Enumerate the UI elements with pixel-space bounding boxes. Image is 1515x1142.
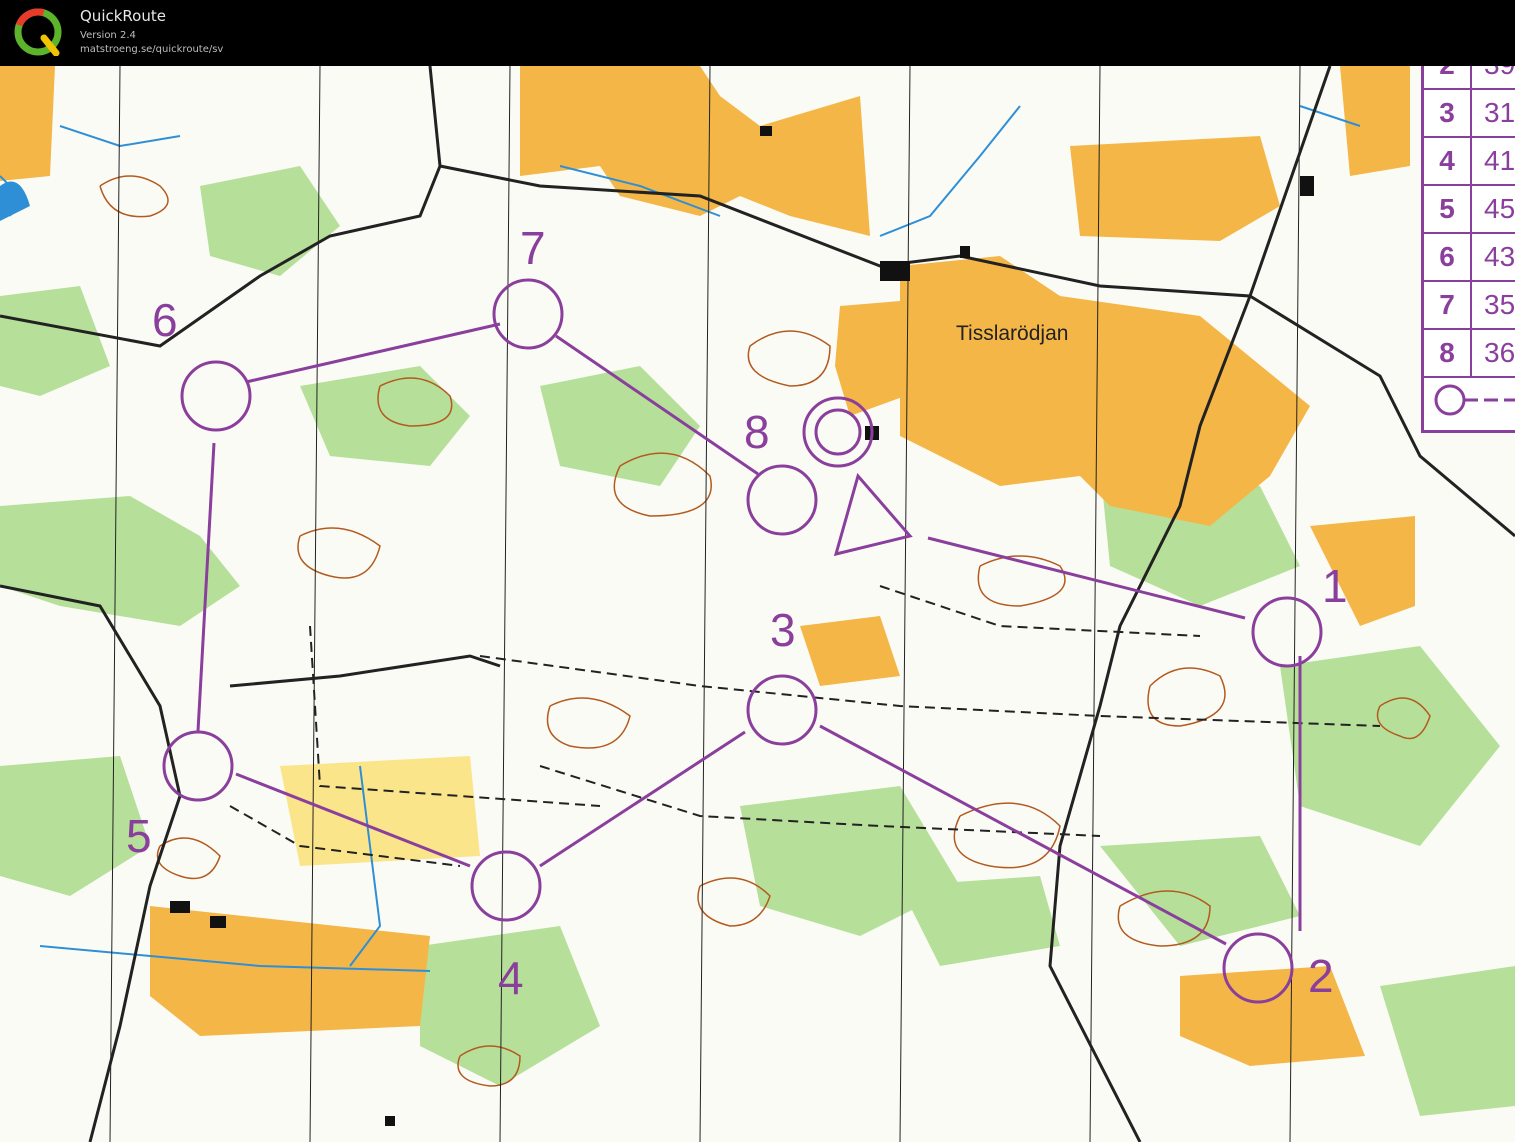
app-url[interactable]: matstroeng.se/quickroute/sv [80,44,223,55]
description-row: 6 43 [1424,234,1515,282]
description-control-number: 8 [1424,330,1472,376]
control-circle-4[interactable] [470,850,542,922]
control-label-5: 5 [126,810,152,862]
description-row: 7 35 [1424,282,1515,330]
description-control-number: 5 [1424,186,1472,232]
description-control-code: 43 [1484,241,1515,272]
place-name-label: Tisslarödjan [956,322,1068,345]
description-row: 8 36 [1424,330,1515,378]
control-label-3: 3 [770,604,796,656]
app-version: Version 2.4 [80,30,136,41]
description-control-number: 7 [1424,282,1472,328]
finish-outer-circle[interactable] [802,396,874,468]
title-bar: QuickRoute Version 2.4 matstroeng.se/qui… [0,0,1515,66]
description-row: 5 45 [1424,186,1515,234]
description-row: 2 39 [1424,66,1515,90]
description-control-code: 39 [1484,66,1515,88]
control-label-8: 8 [744,406,770,458]
lake [0,181,30,221]
control-circle-3[interactable] [746,674,818,746]
description-control-code: 41 [1484,145,1515,176]
control-label-4: 4 [498,952,524,1004]
map-canvas: 1 2 3 4 5 6 7 8 Tisslarödjan [0,66,1515,1142]
description-control-code: 31 [1484,97,1515,128]
control-label-7: 7 [520,222,546,274]
description-row: 4 41 [1424,138,1515,186]
description-row: 3 31 [1424,90,1515,138]
description-control-number: 4 [1424,138,1472,184]
orienteering-map[interactable]: 1 2 3 4 5 6 7 8 Tisslarödjan 2 39 3 31 4… [0,66,1515,1142]
control-circle-1[interactable] [1251,596,1323,668]
finish-symbol-icon [1434,384,1515,416]
description-control-number: 3 [1424,90,1472,136]
start-triangle [833,472,913,557]
quickroute-logo-icon [14,8,62,56]
app-title: QuickRoute [80,7,166,25]
description-control-number: 6 [1424,234,1472,280]
control-label-1: 1 [1322,560,1348,612]
control-label-6: 6 [152,294,178,346]
description-control-number: 2 [1424,66,1472,88]
finish-inner-circle[interactable] [814,408,862,456]
control-circle-7[interactable] [492,278,564,350]
control-circle-6[interactable] [180,360,252,432]
description-control-code: 36 [1484,337,1515,368]
control-description-table: 2 39 3 31 4 41 5 45 6 43 7 35 8 36 [1421,66,1515,433]
control-circle-8[interactable] [746,464,818,536]
description-control-code: 35 [1484,289,1515,320]
control-label-2: 2 [1308,950,1334,1002]
description-control-code: 45 [1484,193,1515,224]
